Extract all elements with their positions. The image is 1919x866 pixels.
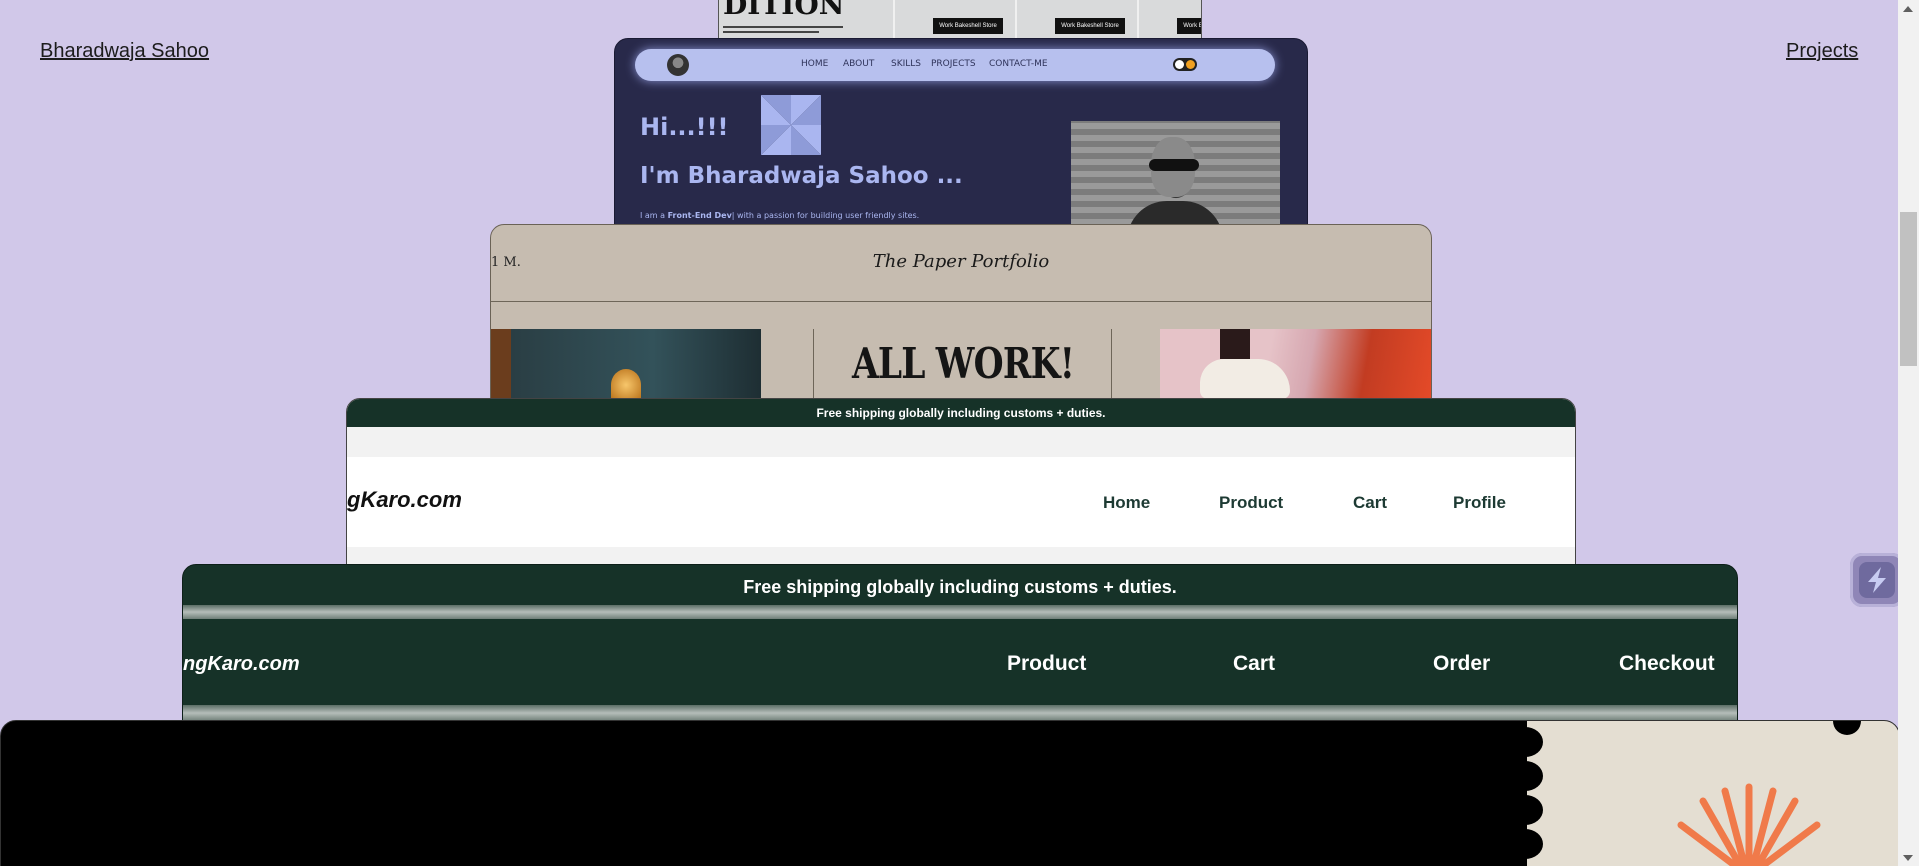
name-link[interactable]: Bharadwaja Sahoo xyxy=(40,40,209,63)
divider xyxy=(1111,329,1112,399)
profile-photo xyxy=(1071,121,1280,225)
projects-link[interactable]: Projects xyxy=(1786,40,1858,63)
shop-button[interactable]: Work Bakeshell Store xyxy=(1055,18,1125,34)
nav-product[interactable]: Product xyxy=(1007,652,1086,676)
scallop-edge xyxy=(1507,761,1543,791)
shoes-image xyxy=(1160,329,1431,399)
scallop-edge xyxy=(1507,727,1543,757)
project-card-edition[interactable]: DITION Work Bakeshell Store Work Bakeshe… xyxy=(718,0,1202,39)
illustration xyxy=(1527,721,1899,866)
avatar[interactable] xyxy=(667,54,689,76)
scroll-thumb[interactable] xyxy=(1900,212,1917,366)
nav-projects[interactable]: PROJECTS xyxy=(931,59,976,69)
divider xyxy=(183,705,1737,721)
project-card-portfolio[interactable]: HOME ABOUT SKILLS PROJECTS CONTACT-ME Hi… xyxy=(614,38,1308,226)
edition-heading: DITION xyxy=(723,0,845,21)
project-card-shopping-light[interactable]: Free shipping globally including customs… xyxy=(346,398,1576,566)
shop-logo[interactable]: gKaro.com xyxy=(347,487,462,513)
shipping-banner: Free shipping globally including customs… xyxy=(743,577,1177,597)
shop-logo[interactable]: ngKaro.com xyxy=(183,653,300,676)
site-title: The Paper Portfolio xyxy=(872,251,1050,272)
bio-prefix: I am a xyxy=(640,211,668,220)
shipping-banner: Free shipping globally including customs… xyxy=(347,399,1575,427)
divider xyxy=(491,301,1431,302)
pinwheel-icon xyxy=(761,95,821,155)
column-divider xyxy=(1015,0,1017,38)
divider xyxy=(183,605,1737,619)
column-divider xyxy=(1137,0,1139,38)
project-card-paper-portfolio[interactable]: 1 M. The Paper Portfolio ALL WORK! xyxy=(490,224,1432,400)
shop-navbar: gKaro.com Home Product Cart Profile xyxy=(347,457,1575,547)
placeholder-text-lines xyxy=(723,26,843,36)
bio-text: I am a Front-End Dev| with a passion for… xyxy=(640,211,919,220)
nav-cart[interactable]: Cart xyxy=(1233,652,1275,676)
project-card-dark-illustration[interactable] xyxy=(0,720,1900,866)
shop-button[interactable]: Work Bakeshell Store xyxy=(933,18,1003,34)
lamp-image xyxy=(491,329,761,399)
column-divider xyxy=(893,0,895,38)
portfolio-navbar: HOME ABOUT SKILLS PROJECTS CONTACT-ME xyxy=(635,49,1275,81)
bio-suffix: | with a passion for building user frien… xyxy=(731,211,920,220)
bio-role: Front-End Dev xyxy=(667,211,732,220)
scroll-up-icon[interactable] xyxy=(1903,6,1913,12)
nav-cart[interactable]: Cart xyxy=(1353,493,1387,513)
scallop-edge xyxy=(1507,829,1543,859)
nav-order[interactable]: Order xyxy=(1433,652,1490,676)
hero-text: ALL WORK! xyxy=(851,339,1075,388)
nav-contact[interactable]: CONTACT-ME xyxy=(989,59,1048,69)
nav-product[interactable]: Product xyxy=(1219,493,1283,513)
nav-home[interactable]: Home xyxy=(1103,493,1150,513)
intro-heading: I'm Bharadwaja Sahoo ... xyxy=(640,163,963,189)
scallop-edge xyxy=(1507,795,1543,825)
nav-home[interactable]: HOME xyxy=(801,59,828,69)
greeting-text: Hi...!!! xyxy=(640,113,729,141)
scroll-down-icon[interactable] xyxy=(1903,855,1913,861)
sunburst-illustration xyxy=(1677,721,1861,866)
floating-extension-button[interactable] xyxy=(1850,553,1904,607)
project-card-shopping-dark[interactable]: Free shipping globally including customs… xyxy=(182,564,1738,722)
vertical-scrollbar[interactable] xyxy=(1898,0,1919,866)
shop-button[interactable]: Work Bakeshell Store xyxy=(1177,18,1201,34)
lightning-icon xyxy=(1859,562,1895,598)
nav-skills[interactable]: SKILLS xyxy=(891,59,921,69)
nav-checkout[interactable]: Checkout xyxy=(1619,652,1715,676)
divider xyxy=(813,329,814,399)
nav-about[interactable]: ABOUT xyxy=(843,59,874,69)
nav-profile[interactable]: Profile xyxy=(1453,493,1506,513)
theme-toggle[interactable] xyxy=(1173,58,1197,71)
